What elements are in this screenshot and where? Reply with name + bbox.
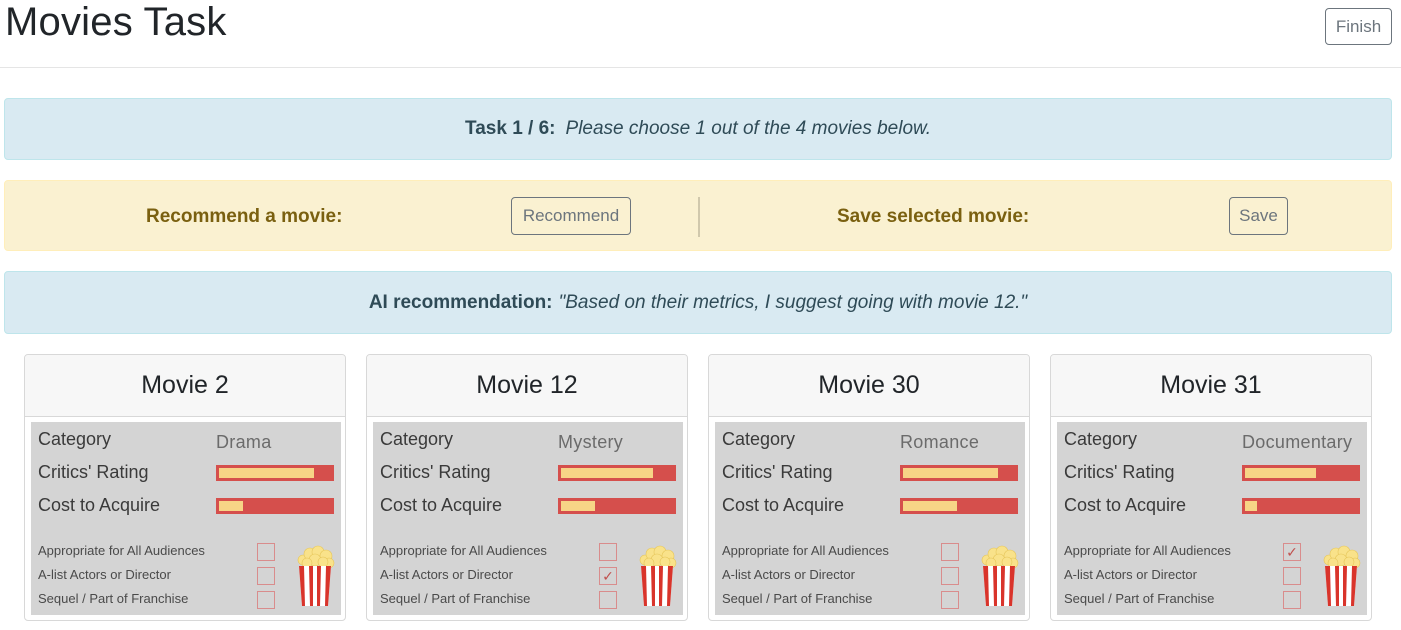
task-banner: Task 1 / 6: Please choose 1 out of the 4…	[4, 98, 1392, 160]
category-label: Category	[1064, 429, 1138, 449]
sequel-label: Sequel / Part of Franchise	[38, 591, 189, 606]
sequel-checkbox	[599, 591, 617, 609]
movie-info-panel: Category Documentary Critics' Rating Cost t…	[1057, 422, 1367, 615]
a-list-checkbox	[257, 567, 275, 585]
cost-bar	[558, 498, 676, 514]
critics-rating-bar	[216, 465, 334, 481]
cost-bar	[900, 498, 1018, 514]
cost-label: Cost to Acquire	[1064, 495, 1187, 515]
category-label: Category	[380, 429, 454, 449]
cost-label: Cost to Acquire	[380, 495, 503, 515]
all-audiences-checkbox	[941, 543, 959, 561]
a-list-label: A-list Actors or Director	[1064, 567, 1197, 582]
a-list-checkbox	[941, 567, 959, 585]
critics-rating-label: Critics' Rating	[380, 462, 491, 482]
popcorn-icon	[979, 542, 1019, 608]
ai-recommendation-banner: AI recommendation: "Based on their metri…	[4, 271, 1392, 334]
critics-rating-label: Critics' Rating	[722, 462, 833, 482]
sequel-label: Sequel / Part of Franchise	[1064, 591, 1215, 606]
all-audiences-label: Appropriate for All Audiences	[38, 543, 205, 558]
save-label: Save selected movie:	[837, 206, 1030, 227]
a-list-checkbox	[1283, 567, 1301, 585]
category-value: Romance	[900, 432, 980, 452]
recommend-button[interactable]: Recommend	[511, 197, 631, 235]
movie-card[interactable]: Movie 30 Category Romance Critics' Rating Co…	[708, 354, 1030, 621]
sequel-label: Sequel / Part of Franchise	[380, 591, 531, 606]
action-bar: Recommend a movie: Recommend Save select…	[4, 180, 1392, 251]
movie-card[interactable]: Movie 31 Category Documentary Critics' Rati…	[1050, 354, 1372, 621]
all-audiences-checkbox	[599, 543, 617, 561]
cost-fill	[561, 501, 595, 511]
finish-button[interactable]: Finish	[1325, 8, 1392, 45]
all-audiences-checkbox: ✓	[1283, 543, 1301, 561]
sequel-checkbox	[1283, 591, 1301, 609]
recommend-label: Recommend a movie:	[146, 206, 343, 227]
action-divider	[698, 197, 700, 237]
cost-label: Cost to Acquire	[38, 495, 161, 515]
cost-bar	[216, 498, 334, 514]
movie-title: Movie 12	[367, 355, 687, 417]
category-value: Mystery	[558, 432, 624, 452]
movie-info-panel: Category Mystery Critics' Rating Cost to Ac…	[373, 422, 683, 615]
critics-rating-bar	[900, 465, 1018, 481]
movie-title: Movie 31	[1051, 355, 1371, 417]
movie-title: Movie 30	[709, 355, 1029, 417]
sequel-label: Sequel / Part of Franchise	[722, 591, 873, 606]
critics-rating-fill	[1245, 468, 1316, 478]
sequel-checkbox	[941, 591, 959, 609]
cost-bar	[1242, 498, 1360, 514]
movie-card[interactable]: Movie 2 Category Drama Critics' Rating Cost …	[24, 354, 346, 621]
category-value: Documentary	[1242, 432, 1353, 452]
movie-info-panel: Category Romance Critics' Rating Cost to Ac…	[715, 422, 1025, 615]
all-audiences-label: Appropriate for All Audiences	[380, 543, 547, 558]
popcorn-icon	[295, 542, 335, 608]
cost-fill	[219, 501, 243, 511]
cost-fill	[903, 501, 957, 511]
category-label: Category	[38, 429, 112, 449]
ai-recommendation-label: AI recommendation:	[368, 291, 553, 313]
cost-fill	[1245, 501, 1257, 511]
all-audiences-label: Appropriate for All Audiences	[1064, 543, 1231, 558]
critics-rating-fill	[219, 468, 314, 478]
task-instruction: Please choose 1 out of the 4 movies belo…	[565, 118, 931, 139]
ai-recommendation-text: "Based on their metrics, I suggest going…	[558, 291, 1028, 313]
movie-card[interactable]: Movie 12 Category Mystery Critics' Rating Co…	[366, 354, 688, 621]
a-list-checkbox: ✓	[599, 567, 617, 585]
page-header: Movies Task Finish	[0, 0, 1401, 68]
critics-rating-fill	[903, 468, 998, 478]
task-progress: Task 1 / 6:	[465, 118, 556, 139]
cost-label: Cost to Acquire	[722, 495, 845, 515]
category-label: Category	[722, 429, 796, 449]
a-list-label: A-list Actors or Director	[38, 567, 171, 582]
critics-rating-label: Critics' Rating	[38, 462, 149, 482]
popcorn-icon	[1321, 542, 1361, 608]
critics-rating-bar	[558, 465, 676, 481]
save-button[interactable]: Save	[1229, 197, 1288, 235]
critics-rating-bar	[1242, 465, 1360, 481]
critics-rating-fill	[561, 468, 653, 478]
movie-title: Movie 2	[25, 355, 345, 417]
critics-rating-label: Critics' Rating	[1064, 462, 1175, 482]
all-audiences-label: Appropriate for All Audiences	[722, 543, 889, 558]
a-list-label: A-list Actors or Director	[380, 567, 513, 582]
a-list-label: A-list Actors or Director	[722, 567, 855, 582]
sequel-checkbox	[257, 591, 275, 609]
category-value: Drama	[216, 432, 272, 452]
all-audiences-checkbox	[257, 543, 275, 561]
page-title: Movies Task	[5, 0, 227, 44]
popcorn-icon	[637, 542, 677, 608]
movie-info-panel: Category Drama Critics' Rating Cost to Acqu…	[31, 422, 341, 615]
